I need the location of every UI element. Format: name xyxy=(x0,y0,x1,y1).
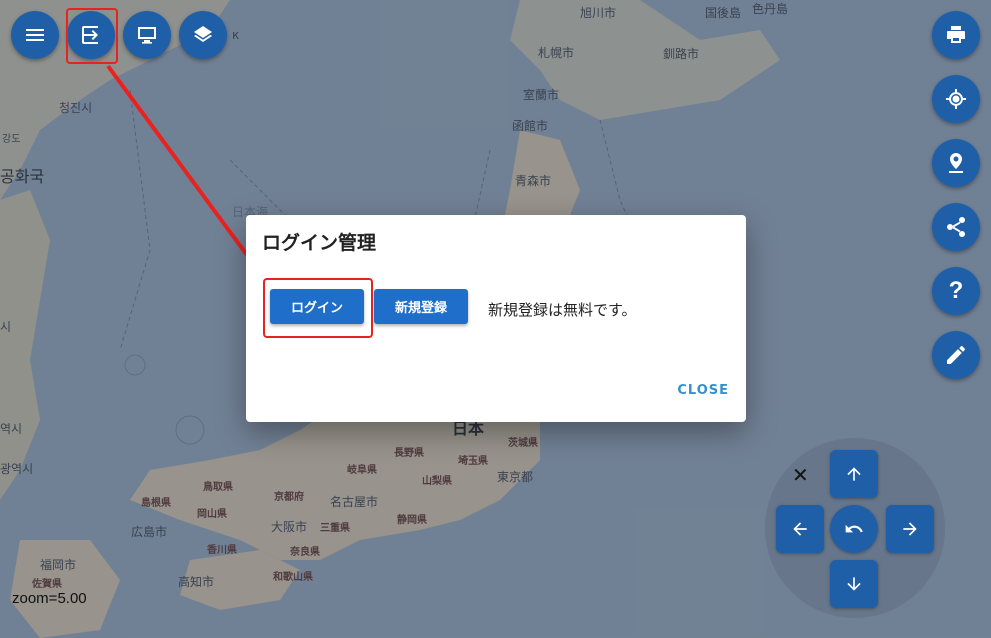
share-button[interactable] xyxy=(932,203,980,251)
reset-view-button[interactable] xyxy=(830,505,878,553)
edit-icon xyxy=(947,346,965,364)
place-button[interactable] xyxy=(932,139,980,187)
pan-left-button[interactable] xyxy=(776,505,824,553)
edit-button[interactable] xyxy=(932,331,980,379)
undo-icon xyxy=(845,524,863,533)
arrow-up-icon xyxy=(847,467,861,481)
arrow-right-icon xyxy=(903,522,917,536)
menu-icon xyxy=(26,29,44,41)
pan-right-button[interactable] xyxy=(886,505,934,553)
dialog-title: ログイン管理 xyxy=(262,232,377,254)
print-icon xyxy=(947,26,965,43)
layers-button[interactable] xyxy=(179,11,227,59)
place-icon xyxy=(949,153,963,173)
arrow-left-icon xyxy=(793,522,807,536)
close-button[interactable]: CLOSE xyxy=(677,383,729,398)
location-icon xyxy=(946,89,966,109)
help-icon: ? xyxy=(948,277,964,304)
monitor-icon xyxy=(138,27,156,44)
pan-up-button[interactable] xyxy=(830,450,878,498)
menu-button[interactable] xyxy=(11,11,59,59)
layers-icon xyxy=(194,26,212,42)
login-button-highlight xyxy=(66,8,118,64)
my-location-button[interactable] xyxy=(932,75,980,123)
register-button[interactable]: 新規登録 xyxy=(374,289,468,324)
help-button[interactable]: ? xyxy=(932,267,980,315)
arrow-down-icon xyxy=(847,577,861,591)
pan-down-button[interactable] xyxy=(830,560,878,608)
login-submit-highlight xyxy=(263,278,373,338)
share-icon xyxy=(947,217,965,237)
register-note: 新規登録は無料です。 xyxy=(488,301,637,319)
zoom-indicator: zoom=5.00 xyxy=(12,590,87,607)
print-button[interactable] xyxy=(932,11,980,59)
display-button[interactable] xyxy=(123,11,171,59)
nav-close-button[interactable]: ✕ xyxy=(792,463,809,487)
